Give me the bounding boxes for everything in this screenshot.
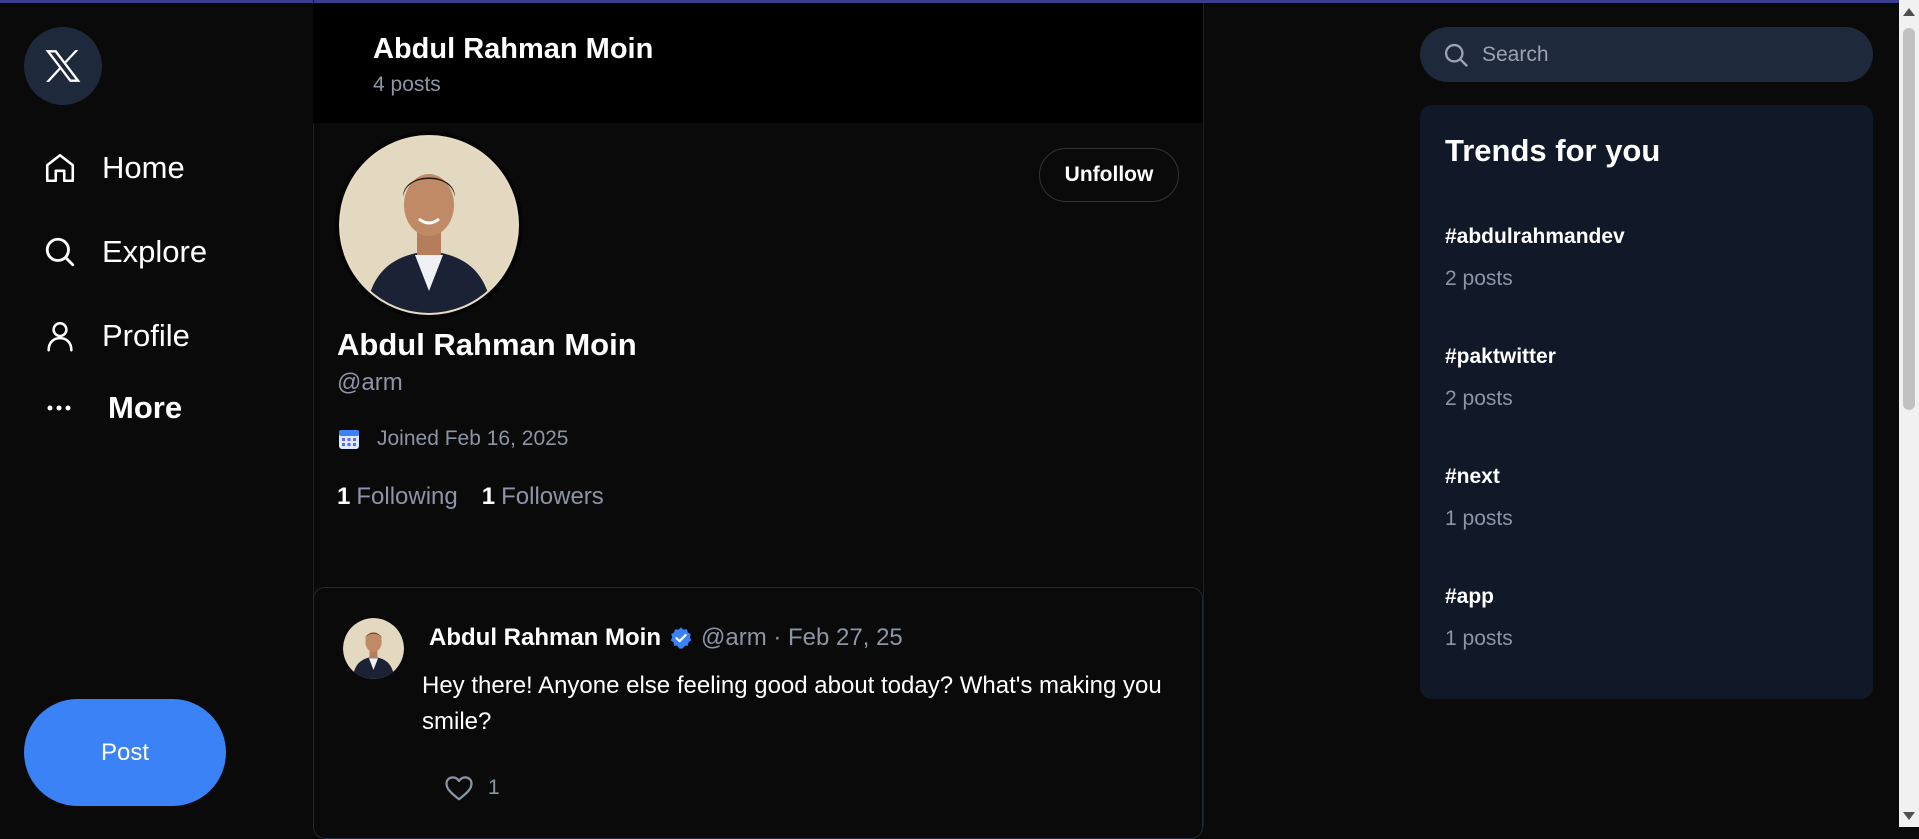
post-card[interactable]: Abdul Rahman Moin @arm · Feb 27, 25 Hey …	[313, 587, 1203, 839]
search-bar[interactable]	[1420, 27, 1873, 82]
post-button[interactable]: Post	[24, 699, 226, 806]
scrollbar-thumb[interactable]	[1903, 28, 1915, 410]
user-icon	[40, 316, 80, 356]
following-link[interactable]: 1 Following	[337, 483, 458, 511]
trend-post-count: 1 posts	[1445, 627, 1513, 650]
trend-tag: #abdulrahmandev	[1445, 225, 1625, 248]
trend-tag: #next	[1445, 465, 1500, 488]
followers-label: Followers	[501, 483, 604, 510]
more-dots-icon	[40, 388, 80, 428]
home-icon	[40, 148, 80, 188]
unfollow-button[interactable]: Unfollow	[1039, 148, 1179, 202]
follow-stats: 1 Following 1 Followers	[337, 483, 628, 511]
x-logo-icon[interactable]	[24, 27, 102, 105]
header-post-count: 4 posts	[373, 73, 441, 96]
profile-main-column: Abdul Rahman Moin 4 posts Unfollow Abdul…	[313, 3, 1204, 839]
sidebar-item-more[interactable]: More	[40, 388, 182, 428]
left-sidebar: Home Explore Profile More Post	[0, 0, 314, 827]
verified-badge-icon	[669, 626, 693, 650]
profile-name: Abdul Rahman Moin	[337, 327, 637, 362]
sidebar-item-label: More	[108, 390, 183, 425]
trend-post-count: 2 posts	[1445, 267, 1513, 290]
trends-title: Trends for you	[1445, 133, 1661, 168]
post-meta-separator: ·	[766, 624, 789, 651]
search-icon	[40, 232, 80, 272]
trend-tag: #paktwitter	[1445, 345, 1556, 368]
calendar-icon	[337, 427, 361, 451]
sidebar-item-label: Profile	[102, 318, 190, 353]
profile-header-bar: Abdul Rahman Moin 4 posts	[313, 3, 1203, 123]
sidebar-item-label: Explore	[102, 234, 208, 269]
trend-item[interactable]: #app 1 posts	[1445, 585, 1513, 651]
trend-item[interactable]: #paktwitter 2 posts	[1445, 345, 1556, 411]
followers-link[interactable]: 1 Followers	[482, 483, 604, 511]
post-author-avatar[interactable]	[343, 618, 404, 679]
trend-post-count: 1 posts	[1445, 507, 1513, 530]
post-text: Hey there! Anyone else feeling good abou…	[422, 672, 1162, 735]
joined-date-text: Joined Feb 16, 2025	[377, 427, 569, 450]
post-author-name[interactable]: Abdul Rahman Moin	[429, 624, 661, 652]
like-button[interactable]: 1	[444, 774, 500, 802]
like-count: 1	[488, 776, 500, 799]
profile-avatar[interactable]	[335, 131, 523, 319]
trend-post-count: 2 posts	[1445, 387, 1513, 410]
sidebar-item-home[interactable]: Home	[40, 148, 185, 188]
scroll-up-arrow-icon[interactable]	[1903, 8, 1915, 16]
trend-item[interactable]: #next 1 posts	[1445, 465, 1513, 531]
header-profile-name: Abdul Rahman Moin	[373, 33, 654, 65]
trends-panel: Trends for you #abdulrahmandev 2 posts #…	[1420, 105, 1873, 699]
post-header: Abdul Rahman Moin @arm · Feb 27, 25	[429, 624, 903, 652]
sidebar-item-profile[interactable]: Profile	[40, 316, 190, 356]
post-handle[interactable]: @arm	[701, 624, 767, 652]
profile-handle: @arm	[337, 369, 403, 396]
search-icon	[1442, 41, 1470, 69]
followers-count: 1	[481, 483, 496, 510]
heart-icon	[445, 776, 473, 801]
trend-item[interactable]: #abdulrahmandev 2 posts	[1445, 225, 1625, 291]
joined-date: Joined Feb 16, 2025	[337, 427, 568, 451]
post-date: Feb 27, 25	[788, 624, 903, 651]
following-label: Following	[356, 483, 458, 510]
search-input[interactable]	[1480, 41, 1864, 68]
following-count: 1	[337, 483, 351, 510]
sidebar-item-explore[interactable]: Explore	[40, 232, 207, 272]
scroll-down-arrow-icon[interactable]	[1903, 812, 1915, 820]
sidebar-item-label: Home	[102, 150, 185, 185]
page-scrollbar[interactable]	[1899, 0, 1919, 827]
trend-tag: #app	[1445, 585, 1495, 608]
